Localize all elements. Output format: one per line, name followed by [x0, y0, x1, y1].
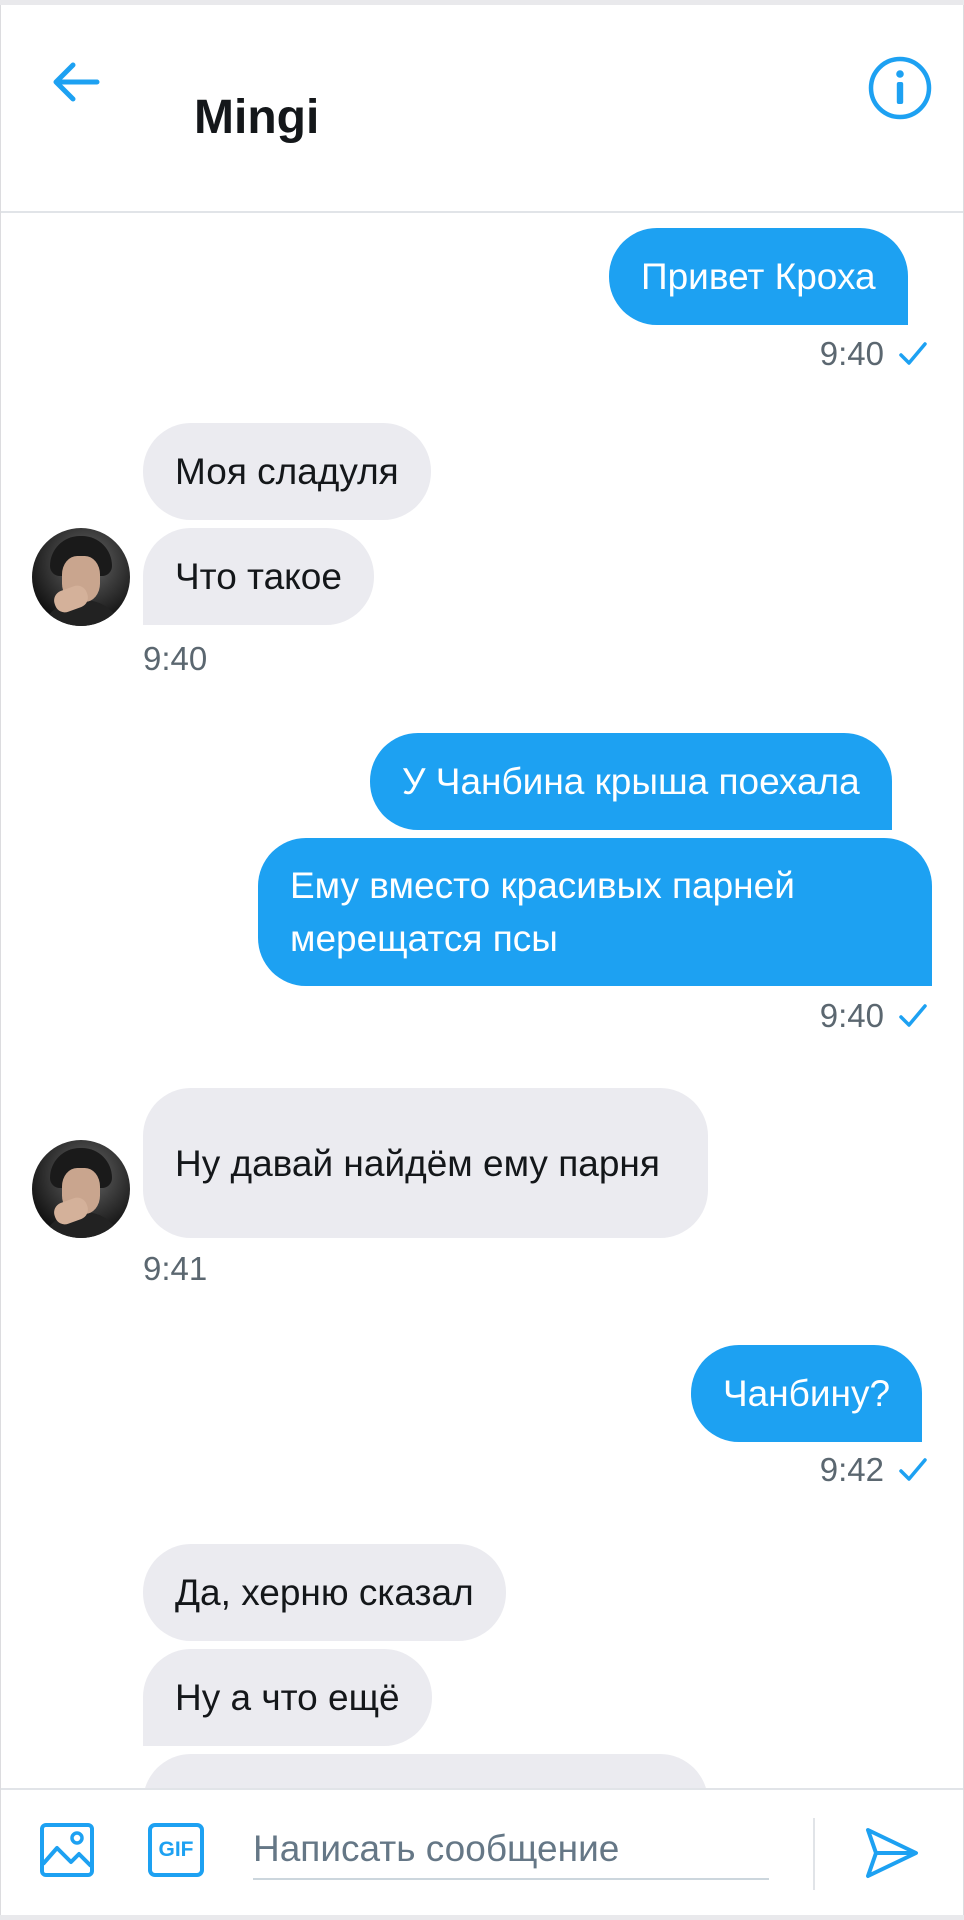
message-bubble-incoming[interactable]: М — [143, 1754, 708, 1789]
message-list[interactable]: Привет Кроха 9:40 Моя сладуля Что такое … — [1, 215, 963, 1789]
send-button[interactable] — [863, 1824, 921, 1882]
sent-check-icon — [899, 1458, 927, 1481]
chat-header: Mingi — [1, 5, 963, 213]
message-meta: 9:42 — [820, 1451, 928, 1489]
avatar[interactable] — [32, 528, 130, 626]
add-image-button[interactable] — [39, 1822, 95, 1878]
message-text: Ему вместо красивых парней мерещатся псы — [290, 865, 795, 959]
message-bubble-outgoing[interactable]: У Чанбина крыша поехала — [370, 733, 892, 830]
message-meta: 9:40 — [820, 997, 928, 1035]
message-meta: 9:40 — [143, 640, 207, 678]
message-composer: GIF — [1, 1788, 963, 1915]
message-text: Чанбину? — [723, 1373, 891, 1414]
message-input[interactable] — [253, 1820, 769, 1880]
image-icon — [40, 1823, 94, 1877]
message-bubble-outgoing[interactable]: Ему вместо красивых парней мерещатся псы — [258, 838, 932, 986]
message-bubble-incoming[interactable]: Ну а что ещё — [143, 1649, 432, 1746]
message-bubble-incoming[interactable]: Ну давай найдём ему парня — [143, 1088, 708, 1238]
message-text: Да, херню сказал — [175, 1572, 474, 1613]
conversation-title: Mingi — [194, 91, 320, 144]
message-text: Моя сладуля — [175, 451, 399, 492]
message-meta: 9:41 — [143, 1250, 207, 1288]
sent-check-icon — [899, 342, 927, 365]
message-bubble-incoming[interactable]: Да, херню сказал — [143, 1544, 506, 1641]
message-text: Привет Кроха — [641, 256, 876, 297]
message-bubble-outgoing[interactable]: Чанбину? — [691, 1345, 923, 1442]
avatar[interactable] — [32, 1140, 130, 1238]
send-icon — [866, 1828, 918, 1878]
message-time: 9:40 — [819, 335, 884, 372]
message-time: 9:40 — [819, 997, 884, 1034]
add-gif-button[interactable]: GIF — [147, 1822, 205, 1878]
message-meta: 9:40 — [820, 335, 928, 373]
message-time: 9:41 — [143, 1250, 208, 1287]
composer-divider — [813, 1818, 815, 1890]
chat-screen: Mingi Привет Кроха 9:40 Моя сладуля Что … — [0, 5, 964, 1915]
sent-check-icon — [899, 1004, 927, 1027]
back-button[interactable] — [41, 47, 111, 117]
message-time: 9:40 — [143, 640, 208, 677]
message-text: Ну давай найдём ему парня — [175, 1142, 660, 1184]
message-time: 9:42 — [819, 1451, 884, 1488]
arrow-left-icon — [53, 62, 100, 102]
gif-label: GIF — [158, 1838, 194, 1861]
message-text: Что такое — [175, 556, 342, 597]
message-text: У Чанбина крыша поехала — [402, 761, 860, 802]
message-bubble-incoming[interactable]: Что такое — [143, 528, 374, 625]
message-text: Ну а что ещё — [175, 1677, 400, 1718]
message-bubble-outgoing[interactable]: Привет Кроха — [609, 228, 908, 325]
info-circle-icon — [868, 56, 932, 120]
message-bubble-incoming[interactable]: Моя сладуля — [143, 423, 431, 520]
info-button[interactable] — [867, 55, 933, 121]
